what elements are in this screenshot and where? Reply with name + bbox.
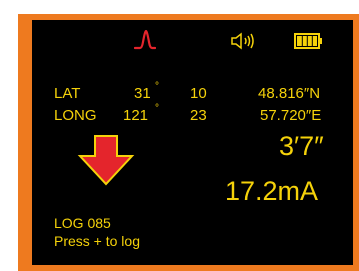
display-screen: LAT 31 ° 10 48.816″N LONG 121 ° 23 57.72…	[32, 20, 353, 265]
log-hint: Press + to log	[54, 233, 140, 249]
depth-reading: 3′7″	[279, 131, 324, 161]
lat-seconds: 48.816″N	[258, 85, 321, 102]
lat-label: LAT	[54, 85, 81, 102]
down-arrow-icon	[77, 135, 135, 186]
lat-degree-symbol: °	[155, 81, 159, 92]
log-number: LOG 085	[54, 215, 111, 231]
lat-degrees: 31	[134, 85, 151, 102]
battery-icon	[294, 33, 322, 49]
peak-wave-icon	[134, 30, 156, 50]
speaker-sound-icon	[231, 32, 254, 50]
long-degree-symbol: °	[155, 103, 159, 114]
long-minutes: 23	[190, 107, 207, 124]
long-degrees: 121	[123, 107, 149, 124]
lat-minutes: 10	[190, 85, 207, 102]
long-label: LONG	[54, 107, 97, 124]
long-seconds: 57.720″E	[260, 107, 322, 124]
current-reading: 17.2mA	[225, 176, 319, 206]
